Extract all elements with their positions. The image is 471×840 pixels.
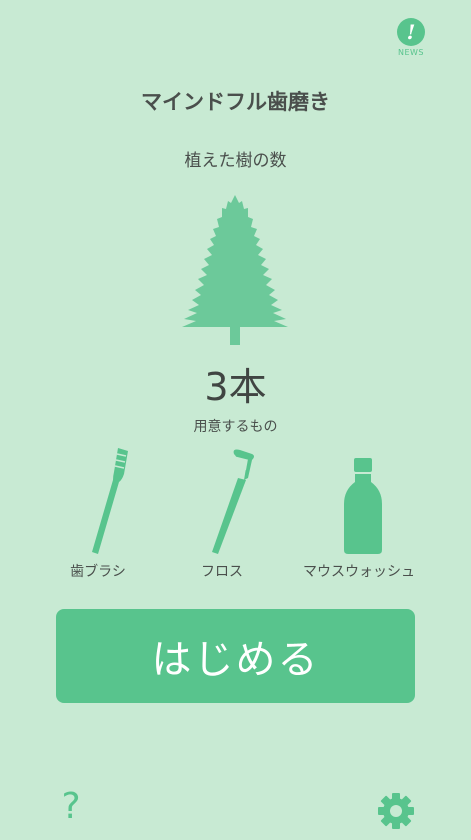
items-heading: 用意するもの bbox=[193, 419, 278, 435]
toothbrush-icon bbox=[92, 448, 128, 554]
gear-icon[interactable] bbox=[377, 792, 415, 830]
mouthwash-bottle-icon bbox=[344, 458, 382, 554]
trees-planted-label: 植えた樹の数 bbox=[184, 151, 287, 171]
news-button[interactable]: ! NEWS bbox=[396, 18, 426, 57]
exclamation-icon: ! bbox=[397, 18, 425, 46]
tree-icon bbox=[182, 195, 288, 345]
tree-count: 3本 bbox=[204, 365, 267, 409]
news-label: NEWS bbox=[397, 48, 425, 57]
floss-label: フロス bbox=[201, 564, 243, 580]
floss-icon bbox=[212, 449, 254, 554]
help-button[interactable]: ? bbox=[54, 786, 88, 827]
app-title: マインドフル歯磨き bbox=[141, 90, 330, 114]
mouthwash-label: マウスウォッシュ bbox=[303, 564, 415, 580]
toothbrush-label: 歯ブラシ bbox=[70, 564, 126, 580]
start-button[interactable]: はじめる bbox=[56, 609, 415, 703]
